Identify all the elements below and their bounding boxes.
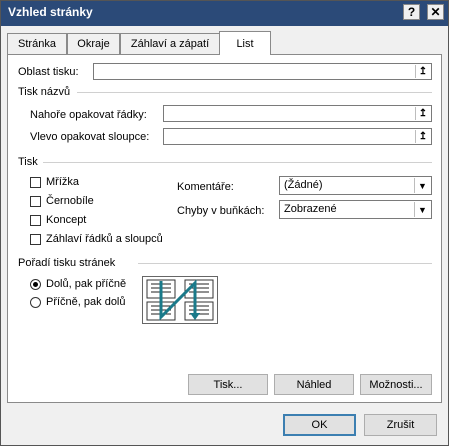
tab-label: Záhlaví a zápatí	[130, 38, 210, 50]
black-and-white-checkbox[interactable]	[30, 196, 41, 207]
draft-quality-checkbox[interactable]	[30, 215, 41, 226]
gridlines-checkbox[interactable]	[30, 177, 41, 188]
preview-button[interactable]: Náhled	[274, 374, 354, 395]
row-col-headings-checkbox[interactable]	[30, 234, 41, 245]
group-divider	[43, 162, 432, 163]
rows-to-repeat-label: Nahoře opakovat řádky:	[30, 109, 147, 121]
arrow-up-icon: ↥	[418, 66, 428, 77]
arrow-up-icon: ↥	[418, 131, 428, 142]
window-title: Vzhled stránky	[8, 5, 93, 19]
group-divider	[138, 263, 432, 264]
gridlines-label[interactable]: Mřížka	[46, 176, 79, 188]
row-col-headings-label[interactable]: Záhlaví řádků a sloupců	[46, 233, 163, 245]
cols-to-repeat-input[interactable]: ↥	[163, 128, 432, 145]
draft-quality-label[interactable]: Koncept	[46, 214, 86, 226]
help-button[interactable]: ?	[403, 4, 420, 20]
down-then-over-label[interactable]: Dolů, pak příčně	[46, 278, 126, 290]
dropdown-arrow: ▼	[418, 204, 427, 215]
down-then-over-radio[interactable]	[30, 279, 41, 290]
cancel-button[interactable]: Zrušit	[364, 414, 437, 436]
radio-selected-dot	[33, 282, 38, 287]
tab-stranka[interactable]: Stránka	[7, 33, 67, 54]
tab-label: Okraje	[77, 38, 110, 50]
preview-button-label: Náhled	[296, 378, 332, 391]
cols-to-repeat-label: Vlevo opakovat sloupce:	[30, 131, 150, 143]
collapse-dialog-icon[interactable]: ↥	[415, 130, 430, 143]
cell-errors-value: Zobrazené	[284, 203, 337, 215]
cell-errors-label: Chyby v buňkách:	[177, 205, 265, 217]
tab-list[interactable]: List	[219, 31, 271, 55]
options-button[interactable]: Možnosti...	[360, 374, 432, 395]
chevron-down-icon[interactable]: ▼	[414, 178, 430, 193]
page-order-preview-icon	[142, 276, 218, 324]
print-titles-heading: Tisk názvů	[18, 86, 71, 98]
comments-label: Komentáře:	[177, 181, 234, 193]
tab-okraje[interactable]: Okraje	[67, 33, 120, 54]
cancel-button-label: Zrušit	[386, 419, 415, 431]
group-divider	[77, 92, 432, 93]
dropdown-arrow: ▼	[418, 180, 427, 191]
cell-errors-select[interactable]: Zobrazené ▼	[279, 200, 432, 219]
collapse-dialog-icon[interactable]: ↥	[415, 65, 430, 78]
print-button[interactable]: Tisk...	[188, 374, 268, 395]
print-area-label: Oblast tisku:	[18, 66, 79, 78]
page-setup-dialog: Vzhled stránky ? ✕ Stránka Okraje Záhlav…	[0, 0, 449, 446]
close-button[interactable]: ✕	[427, 4, 444, 20]
tab-label: List	[236, 37, 254, 50]
ok-button[interactable]: OK	[283, 414, 356, 436]
black-and-white-label[interactable]: Černobíle	[46, 195, 94, 207]
comments-select[interactable]: (Žádné) ▼	[279, 176, 432, 195]
options-button-label: Možnosti...	[369, 378, 423, 391]
print-area-input[interactable]: ↥	[93, 63, 432, 80]
rows-to-repeat-input[interactable]: ↥	[163, 105, 432, 122]
tab-zahlavi-a-zapati[interactable]: Záhlaví a zápatí	[120, 33, 220, 54]
over-then-down-radio[interactable]	[30, 297, 41, 308]
over-then-down-label[interactable]: Příčně, pak dolů	[46, 296, 126, 308]
close-icon: ✕	[430, 5, 441, 19]
page-order-heading: Pořadí tisku stránek	[18, 257, 116, 269]
title-bar: Vzhled stránky ? ✕	[1, 1, 448, 26]
print-heading: Tisk	[18, 156, 38, 168]
arrow-up-icon: ↥	[418, 108, 428, 119]
help-icon: ?	[407, 5, 416, 19]
collapse-dialog-icon[interactable]: ↥	[415, 107, 430, 120]
print-button-label: Tisk...	[213, 378, 243, 391]
ok-button-label: OK	[311, 419, 328, 431]
tab-label: Stránka	[18, 38, 56, 50]
comments-value: (Žádné)	[284, 179, 323, 191]
chevron-down-icon[interactable]: ▼	[414, 202, 430, 217]
